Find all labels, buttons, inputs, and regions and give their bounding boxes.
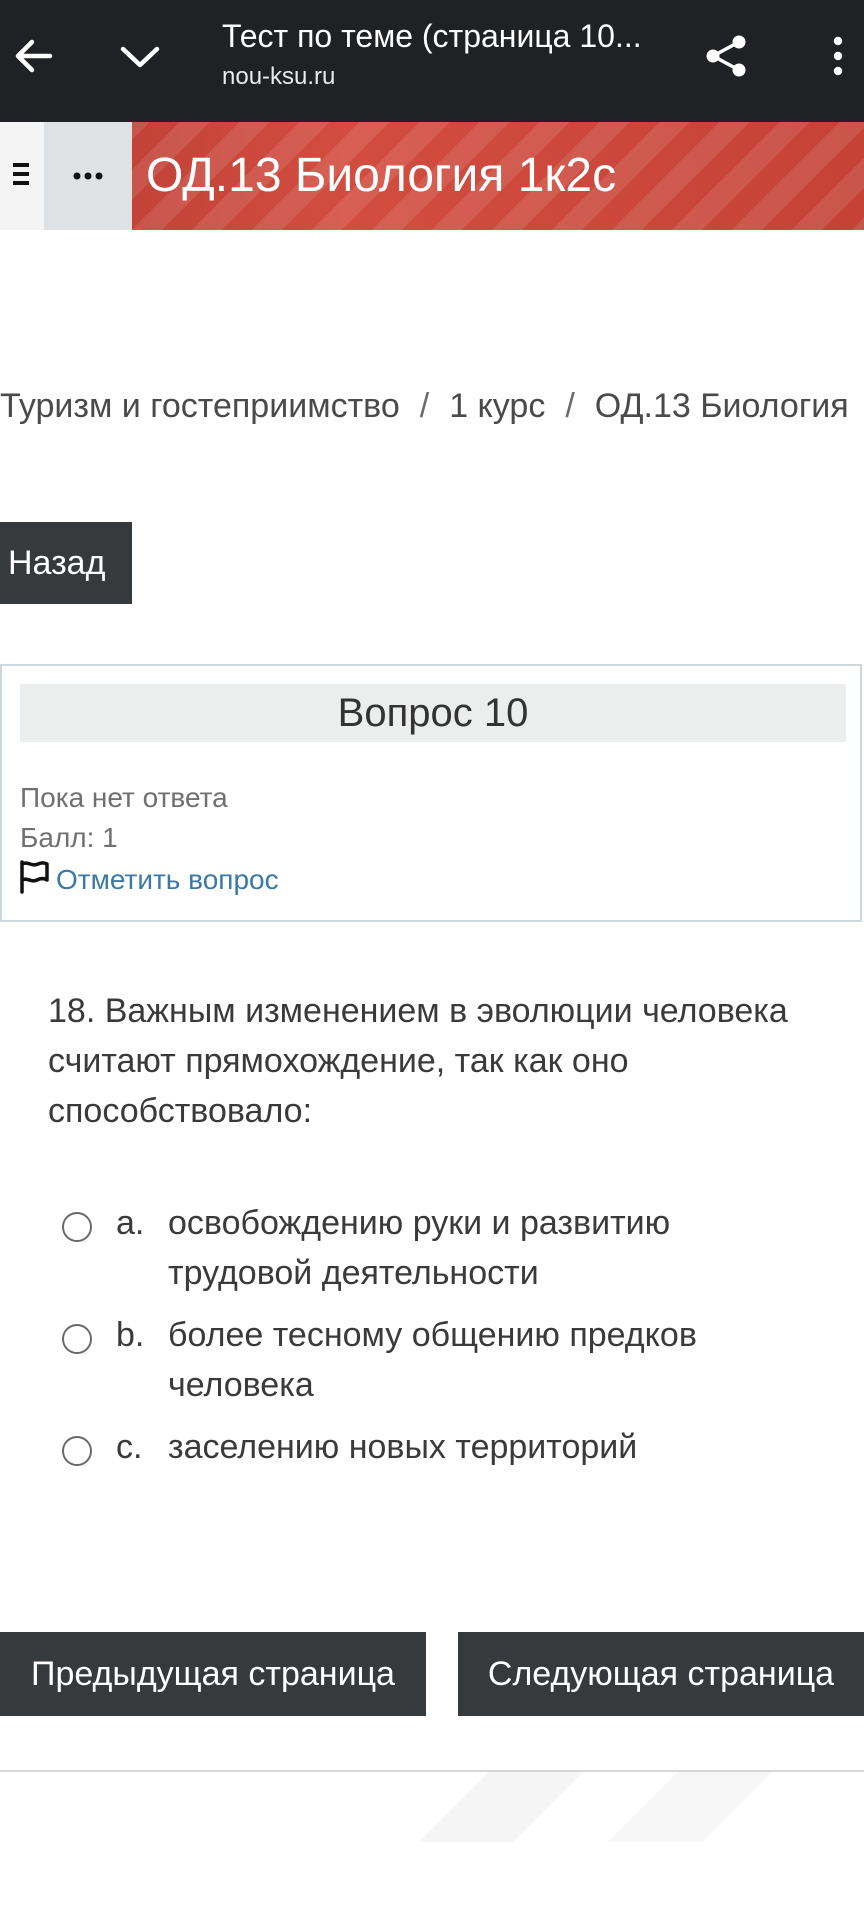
question-number: Вопрос 10	[20, 684, 846, 742]
question-info-box: Вопрос 10 Пока нет ответа Балл: 1 Отмети…	[0, 664, 862, 922]
radio-button[interactable]	[62, 1212, 92, 1242]
ellipsis-icon	[73, 167, 103, 185]
course-title: ОД.13 Биология 1к2с	[146, 149, 617, 202]
next-page-button[interactable]: Следующая страница	[458, 1632, 864, 1716]
page-title: Тест по теме (страница 10...	[222, 18, 642, 54]
menu-button[interactable]	[0, 122, 44, 230]
answer-text[interactable]: заселению новых территорий	[168, 1422, 728, 1472]
answer-options: a. освобождению руки и развитию трудовой…	[62, 1198, 852, 1484]
answer-option-b[interactable]: b. более тесному общению предков человек…	[62, 1310, 852, 1410]
radio-button[interactable]	[62, 1324, 92, 1354]
question-grade: Балл: 1	[20, 822, 118, 853]
answer-option-a[interactable]: a. освобождению руки и развитию трудовой…	[62, 1198, 852, 1298]
back-button[interactable]: Назад	[0, 522, 132, 604]
answer-letter: a.	[116, 1204, 145, 1242]
answer-letter: b.	[116, 1316, 145, 1354]
page-url: nou-ksu.ru	[222, 63, 336, 90]
question-state: Пока нет ответа	[20, 782, 228, 813]
course-header: ОД.13 Биология 1к2с	[0, 122, 864, 230]
breadcrumb-item-course[interactable]: ОД.13 Биология	[595, 387, 849, 425]
share-icon[interactable]	[700, 22, 752, 90]
answer-letter: c.	[116, 1428, 143, 1466]
footer-decoration	[300, 1772, 860, 1842]
breadcrumb-separator: /	[565, 387, 575, 425]
flag-question-label[interactable]: Отметить вопрос	[56, 864, 279, 896]
breadcrumb-separator: /	[419, 387, 430, 425]
answer-text[interactable]: освобождению руки и развитию трудовой де…	[168, 1198, 728, 1298]
breadcrumb: Туризм и гостеприимство / 1 курс / ОД.13 Био…	[0, 382, 864, 430]
chevron-down-icon[interactable]	[112, 22, 168, 90]
breadcrumb-item-program[interactable]: Туризм и гостеприимство	[0, 387, 400, 425]
previous-page-button[interactable]: Предыдущая страница	[0, 1632, 426, 1716]
more-options-button[interactable]	[44, 122, 132, 230]
breadcrumb-item-year[interactable]: 1 курс	[449, 387, 545, 425]
answer-option-c[interactable]: c. заселению новых территорий	[62, 1422, 852, 1472]
answer-text[interactable]: более тесному общению предков человека	[168, 1310, 728, 1410]
flag-icon	[18, 860, 50, 899]
more-vertical-icon[interactable]	[812, 22, 864, 90]
flag-question-link[interactable]: Отметить вопрос	[18, 860, 279, 899]
browser-top-bar: Тест по теме (страница 10... nou-ksu.ru	[0, 0, 864, 122]
hamburger-icon	[13, 161, 31, 192]
radio-button[interactable]	[62, 1436, 92, 1466]
back-arrow-icon[interactable]	[8, 22, 60, 90]
question-text: 18. Важным изменением в эволюции человек…	[48, 992, 788, 1130]
